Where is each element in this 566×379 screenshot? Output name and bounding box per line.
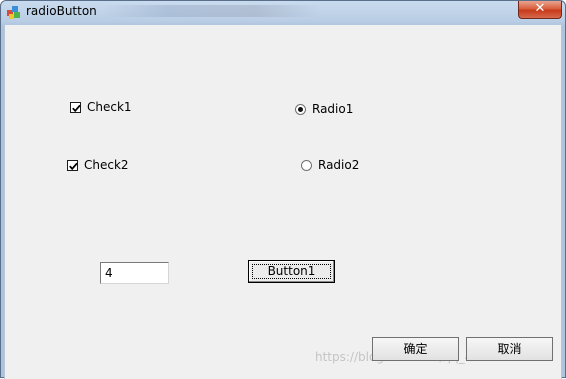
button1[interactable]: Button1 bbox=[248, 260, 335, 283]
app-icon bbox=[6, 4, 22, 20]
title-bar-blur bbox=[101, 5, 321, 17]
ok-button[interactable]: 确定 bbox=[372, 337, 459, 361]
cancel-button[interactable]: 取消 bbox=[466, 337, 553, 361]
number-edit-field[interactable] bbox=[100, 262, 169, 284]
check1-label: Check1 bbox=[87, 100, 132, 114]
checkmark-icon bbox=[69, 162, 78, 170]
radio-circle bbox=[301, 159, 312, 171]
radio1-label: Radio1 bbox=[312, 102, 354, 116]
checkbox-box bbox=[70, 101, 81, 113]
window-title: radioButton bbox=[26, 4, 97, 18]
radio2-label: Radio2 bbox=[318, 158, 360, 172]
checkbox-box bbox=[67, 159, 78, 171]
checkmark-icon bbox=[72, 104, 81, 112]
title-bar[interactable]: radioButton ✕ bbox=[1, 1, 565, 25]
radio1-button[interactable]: Radio1 bbox=[295, 102, 353, 116]
focus-rectangle bbox=[252, 264, 331, 279]
check2-checkbox[interactable]: Check2 bbox=[67, 158, 129, 172]
radio-selected-dot bbox=[298, 106, 303, 112]
check2-label: Check2 bbox=[84, 158, 129, 172]
close-button[interactable]: ✕ bbox=[518, 1, 562, 19]
app-window: radioButton ✕ Check1 Check2 Radio1 Radio… bbox=[0, 0, 566, 379]
radio2-button[interactable]: Radio2 bbox=[301, 158, 359, 172]
radio-circle bbox=[295, 103, 306, 115]
close-icon: ✕ bbox=[534, 1, 546, 16]
check1-checkbox[interactable]: Check1 bbox=[70, 100, 132, 114]
cancel-button-label: 取消 bbox=[497, 342, 522, 356]
dialog-client-area: Check1 Check2 Radio1 Radio2 Button1 bbox=[4, 25, 562, 379]
ok-button-label: 确定 bbox=[403, 342, 428, 356]
